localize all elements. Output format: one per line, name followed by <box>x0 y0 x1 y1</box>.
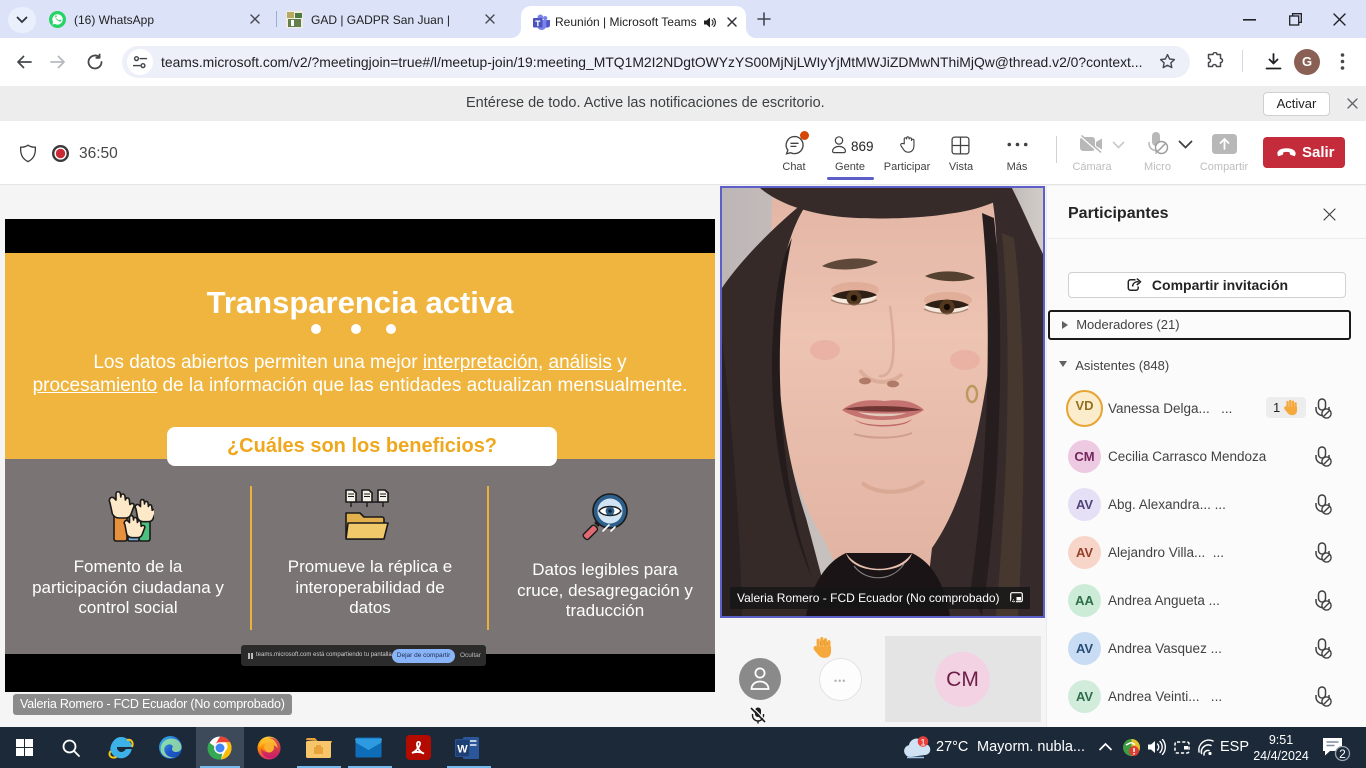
svg-text:1: 1 <box>920 737 925 748</box>
svg-text:W: W <box>457 743 468 755</box>
svg-text:2: 2 <box>1339 747 1346 761</box>
